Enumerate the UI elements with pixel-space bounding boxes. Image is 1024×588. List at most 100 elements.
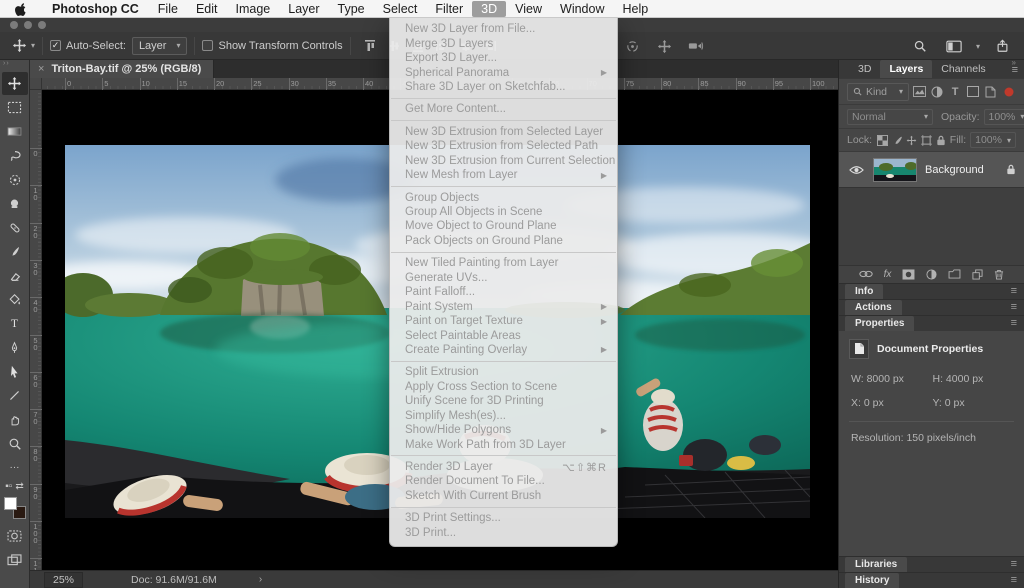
lock-transparency-icon[interactable] <box>876 133 889 147</box>
move-tool[interactable] <box>1 72 28 95</box>
close-tab-icon[interactable]: × <box>38 63 44 75</box>
actions-panel-label[interactable]: Actions <box>845 299 902 315</box>
menu-item-apply-cross-section-to-scene[interactable]: Apply Cross Section to Scene <box>390 380 617 394</box>
hand-tool[interactable] <box>2 408 28 431</box>
menu-item-select-paintable-areas[interactable]: Select Paintable Areas <box>390 328 617 342</box>
menu-item-make-work-path-from-3d-layer[interactable]: Make Work Path from 3D Layer <box>390 437 617 451</box>
delete-layer-icon[interactable] <box>994 269 1004 280</box>
menu-item-paint-falloff[interactable]: Paint Falloff... <box>390 285 617 299</box>
layer-mask-icon[interactable] <box>902 268 915 280</box>
healing-brush-tool[interactable] <box>2 216 28 239</box>
dolly-3d-camera-icon[interactable] <box>687 37 705 55</box>
blend-mode-dropdown[interactable]: Normal ▾ <box>847 108 933 125</box>
menubar-item-3d[interactable]: 3D <box>472 0 507 17</box>
layer-thumbnail[interactable] <box>873 157 917 182</box>
pixel-filter-icon[interactable] <box>912 85 927 99</box>
menu-item-new-tiled-painting-from-layer[interactable]: New Tiled Painting from Layer <box>390 256 617 270</box>
foreground-color-swatch[interactable] <box>3 497 17 510</box>
search-icon[interactable] <box>911 37 929 55</box>
menu-item-render-document-to-file[interactable]: Render Document To File... <box>390 474 617 488</box>
default-colors-icon[interactable]: ▪▫ <box>5 482 12 492</box>
share-icon[interactable] <box>993 37 1011 55</box>
lock-pixels-icon[interactable] <box>891 133 904 147</box>
window-minimize-button[interactable] <box>24 21 32 29</box>
filter-toggle-icon[interactable] <box>1001 85 1016 99</box>
auto-select-dropdown[interactable]: Layer ▾ <box>131 36 188 55</box>
align-top-edges-icon[interactable] <box>361 37 379 55</box>
menu-item-sketch-with-current-brush[interactable]: Sketch With Current Brush <box>390 489 617 503</box>
width-field[interactable]: W: 8000 px <box>851 373 933 385</box>
zoom-level-field[interactable]: 25% <box>44 571 84 588</box>
panel-menu-icon[interactable]: ≡ <box>1011 317 1017 328</box>
menu-item-simplify-mesh-es[interactable]: Simplify Mesh(es)... <box>390 409 617 423</box>
tool-preset-chevron-icon[interactable]: ▾ <box>31 41 35 50</box>
type-tool[interactable]: T <box>2 312 28 335</box>
history-panel-label[interactable]: History <box>845 573 900 588</box>
menubar-item-select[interactable]: Select <box>374 1 427 17</box>
menu-item-new-3d-extrusion-from-selected-layer[interactable]: New 3D Extrusion from Selected Layer <box>390 125 617 139</box>
panel-menu-icon[interactable]: ≡ <box>1011 301 1017 312</box>
screen-mode-button[interactable] <box>2 548 28 571</box>
menu-item-get-more-content[interactable]: Get More Content... <box>390 102 617 116</box>
orbit-3d-camera-icon[interactable] <box>623 37 641 55</box>
material-drop-tool[interactable] <box>2 288 28 311</box>
workspace-icon[interactable] <box>945 37 963 55</box>
menubar-item-window[interactable]: Window <box>551 1 613 17</box>
menu-item-3d-print-settings[interactable]: 3D Print Settings... <box>390 511 617 525</box>
menu-item-new-3d-extrusion-from-selected-path[interactable]: New 3D Extrusion from Selected Path <box>390 139 617 153</box>
layer-effects-icon[interactable]: fx <box>884 269 892 280</box>
menu-item-group-all-objects-in-scene[interactable]: Group All Objects in Scene <box>390 205 617 219</box>
info-panel-header[interactable]: Info ≡ <box>839 282 1024 299</box>
kind-filter-dropdown[interactable]: Kind ▾ <box>847 82 909 101</box>
actions-panel-header[interactable]: Actions ≡ <box>839 298 1024 315</box>
quick-mask-button[interactable] <box>2 524 28 547</box>
x-field[interactable]: X: 0 px <box>851 397 933 409</box>
layer-row-background[interactable]: Background <box>839 152 1024 188</box>
menu-item-share-3d-layer-on-sketchfab[interactable]: Share 3D Layer on Sketchfab... <box>390 80 617 94</box>
menu-item-unify-scene-for-3d-printing[interactable]: Unify Scene for 3D Printing <box>390 394 617 408</box>
info-panel-label[interactable]: Info <box>845 283 884 299</box>
type-filter-icon[interactable]: T <box>948 85 963 99</box>
height-field[interactable]: H: 4000 px <box>933 373 1015 385</box>
opacity-dropdown[interactable]: 100% ▾ <box>983 108 1024 125</box>
menubar-item-image[interactable]: Image <box>227 1 280 17</box>
window-close-button[interactable] <box>10 21 18 29</box>
new-layer-icon[interactable] <box>972 268 983 280</box>
menu-item-split-extrusion[interactable]: Split Extrusion <box>390 365 617 379</box>
lock-position-icon[interactable] <box>906 133 919 147</box>
show-transform-checkbox[interactable] <box>202 40 214 51</box>
menubar-item-edit[interactable]: Edit <box>187 1 227 17</box>
menu-item-pack-objects-on-ground-plane[interactable]: Pack Objects on Ground Plane <box>390 234 617 248</box>
menu-item-merge-3d-layers[interactable]: Merge 3D Layers <box>390 36 617 50</box>
lock-artboard-icon[interactable] <box>920 133 933 147</box>
menubar-item-photoshop-cc[interactable]: Photoshop CC <box>43 1 149 17</box>
libraries-panel-header[interactable]: Libraries ≡ <box>839 556 1024 572</box>
history-panel-header[interactable]: History ≡ <box>839 572 1024 588</box>
panel-menu-icon[interactable]: ≡ <box>1011 559 1017 570</box>
zoom-tool[interactable] <box>2 432 28 455</box>
menubar-item-filter[interactable]: Filter <box>426 1 472 17</box>
panel-menu-icon[interactable]: ≡ <box>1012 65 1018 76</box>
apple-icon[interactable] <box>14 1 27 16</box>
document-tab[interactable]: × Triton-Bay.tif @ 25% (RGB/8) <box>30 60 215 78</box>
move-tool-icon[interactable] <box>10 37 28 55</box>
tab-channels[interactable]: Channels <box>932 60 994 78</box>
auto-select-checkbox[interactable]: ✓ <box>50 40 62 51</box>
menu-item-3d-print[interactable]: 3D Print... <box>390 526 617 540</box>
path-selection-tool[interactable] <box>2 360 28 383</box>
menu-item-paint-on-target-texture[interactable]: Paint on Target Texture ▶ <box>390 314 617 328</box>
properties-panel-header[interactable]: Properties ≡ <box>839 314 1024 331</box>
pan-3d-camera-icon[interactable] <box>655 37 673 55</box>
rectangular-marquee-tool[interactable] <box>2 96 28 119</box>
smart-object-filter-icon[interactable] <box>983 85 998 99</box>
adjustment-layer-icon[interactable] <box>926 268 937 280</box>
libraries-panel-label[interactable]: Libraries <box>845 557 908 572</box>
menu-item-show-hide-polygons[interactable]: Show/Hide Polygons ▶ <box>390 423 617 437</box>
menu-item-create-painting-overlay[interactable]: Create Painting Overlay ▶ <box>390 343 617 357</box>
menu-item-export-3d-layer[interactable]: Export 3D Layer... <box>390 51 617 65</box>
tab-layers[interactable]: Layers <box>880 60 933 78</box>
menu-item-new-3d-extrusion-from-current-selection[interactable]: New 3D Extrusion from Current Selection <box>390 154 617 168</box>
layer-group-icon[interactable] <box>948 269 961 279</box>
menu-item-generate-uvs[interactable]: Generate UVs... <box>390 271 617 285</box>
vertical-ruler[interactable]: 01 02 03 04 05 06 07 08 09 01 0 01 1 01 … <box>30 78 42 570</box>
